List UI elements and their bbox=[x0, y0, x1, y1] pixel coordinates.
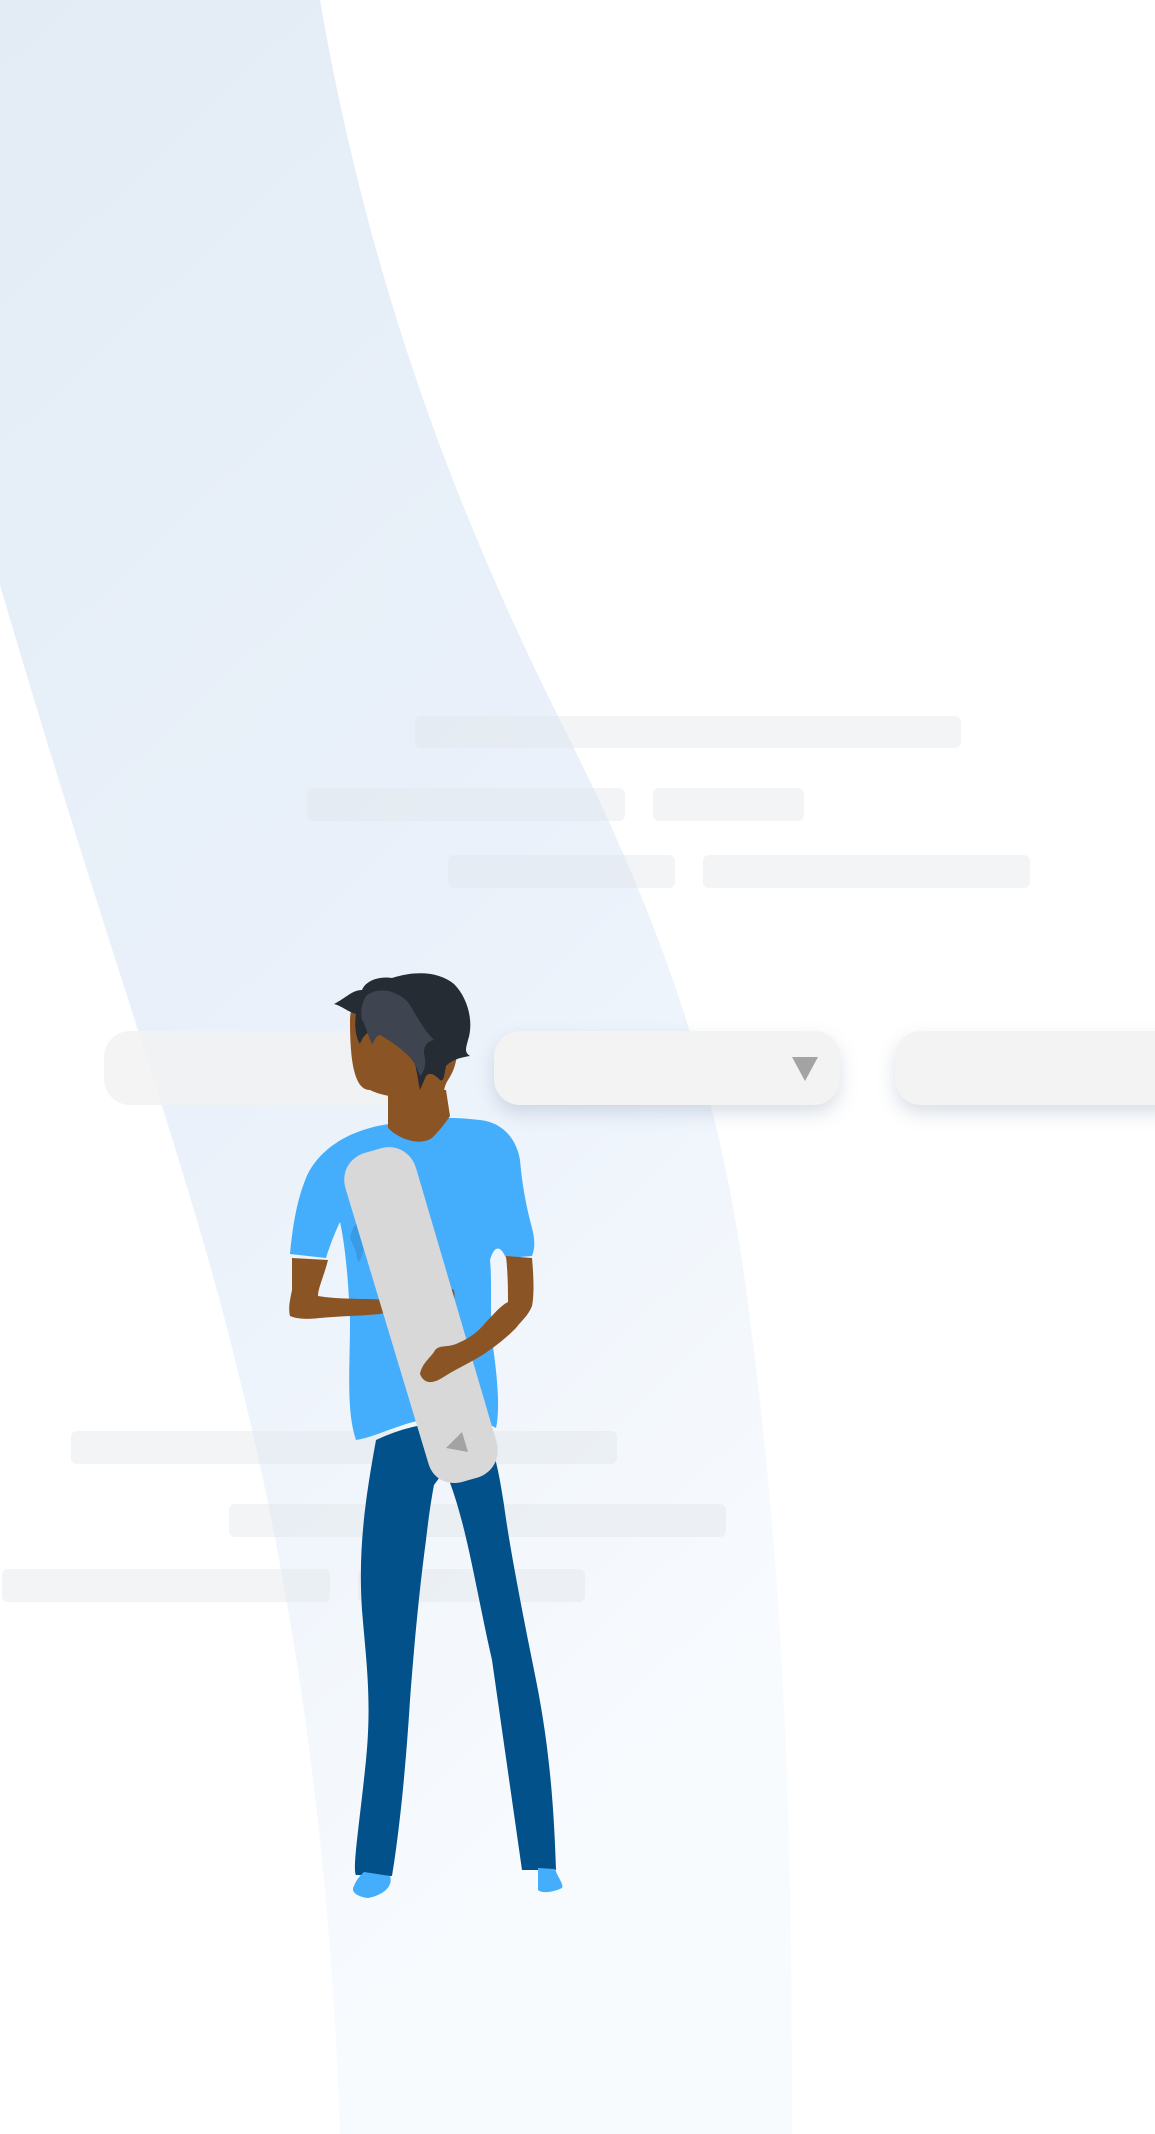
person-illustration bbox=[289, 973, 563, 1898]
page bbox=[0, 0, 1155, 2134]
pants bbox=[354, 1423, 556, 1876]
skeleton-line bbox=[307, 788, 625, 821]
skeleton-line bbox=[653, 788, 804, 821]
input-field[interactable] bbox=[895, 1031, 1155, 1105]
chevron-down-icon bbox=[792, 1057, 818, 1081]
skeleton-line bbox=[703, 855, 1030, 888]
skeleton-line bbox=[415, 716, 961, 748]
skeleton-line bbox=[448, 855, 675, 888]
